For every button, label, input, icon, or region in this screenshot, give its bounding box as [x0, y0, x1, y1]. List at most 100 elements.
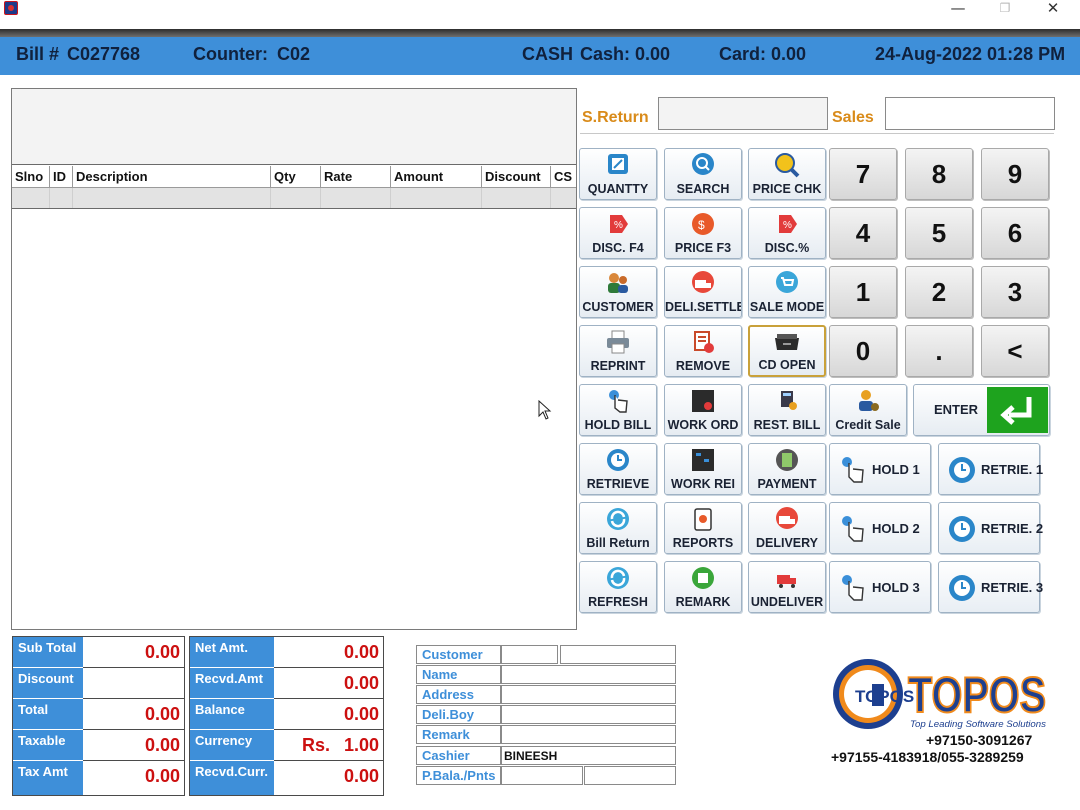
numpad-8[interactable]: 8: [905, 148, 973, 200]
undeliver-button[interactable]: UNDELIVER: [748, 561, 826, 613]
close-button[interactable]: ✕: [1030, 0, 1076, 18]
numpad-5[interactable]: 5: [905, 207, 973, 259]
credit-sale-label: Credit Sale: [835, 418, 901, 432]
minimize-button[interactable]: —: [935, 0, 981, 18]
credit-sale-button[interactable]: Credit Sale: [829, 384, 907, 436]
logo-text: TOPOS: [908, 667, 1046, 723]
numpad-7[interactable]: 7: [829, 148, 897, 200]
reports-button[interactable]: REPORTS: [664, 502, 742, 554]
report-clipboard-icon: [694, 508, 712, 531]
restaurant-bill-button[interactable]: REST. BILL: [748, 384, 826, 436]
delivery-boy-label: Deli.Boy: [416, 705, 501, 724]
price-f3-button[interactable]: $ PRICE F3: [664, 207, 742, 259]
search-button[interactable]: SEARCH: [664, 148, 742, 200]
hold-bill-button[interactable]: HOLD BILL: [579, 384, 657, 436]
price-check-label: PRICE CHK: [752, 182, 822, 196]
calculator-icon: [781, 391, 797, 410]
delivery-boy-field[interactable]: [501, 705, 676, 724]
col-slno[interactable]: Slno: [12, 166, 50, 188]
retrieve-2-button[interactable]: RETRIE. 2: [938, 502, 1043, 554]
numpad-backspace[interactable]: <: [981, 325, 1049, 377]
card-amount: Card: 0.00: [719, 44, 807, 64]
col-rate[interactable]: Rate: [321, 166, 391, 188]
maximize-button[interactable]: ❐: [982, 0, 1028, 18]
numpad-0[interactable]: 0: [829, 325, 897, 377]
sale-mode-button[interactable]: SALE MODE: [748, 266, 826, 318]
col-cs[interactable]: CS C: [551, 166, 576, 188]
restaurant-bill-label: REST. BILL: [753, 418, 821, 432]
col-id[interactable]: ID: [50, 166, 73, 188]
numpad-dot[interactable]: .: [905, 325, 973, 377]
refresh-button[interactable]: REFRESH: [579, 561, 657, 613]
numpad-1[interactable]: 1: [829, 266, 897, 318]
col-amount[interactable]: Amount: [391, 166, 482, 188]
cash-drawer-open-button[interactable]: CD OPEN: [748, 325, 826, 377]
reprint-button[interactable]: REPRINT: [579, 325, 657, 377]
price-check-button[interactable]: PRICE CHK: [748, 148, 826, 200]
col-description[interactable]: Description: [73, 166, 271, 188]
net-amount-value: 0.00: [274, 637, 383, 668]
quantity-button[interactable]: QUANTTY: [579, 148, 657, 200]
divider: [580, 133, 1054, 134]
discount-f4-button[interactable]: % DISC. F4: [579, 207, 657, 259]
remove-button[interactable]: REMOVE: [664, 325, 742, 377]
cart-icon: [776, 271, 798, 293]
discount-value[interactable]: [83, 668, 184, 699]
received-amount-value[interactable]: 0.00: [274, 668, 383, 699]
discount-percent-button[interactable]: % DISC.%: [748, 207, 826, 259]
cashier-value: BINEESH: [501, 746, 676, 765]
hold-3-button[interactable]: HOLD 3: [829, 561, 931, 613]
printer-icon: [607, 330, 629, 354]
hold-hand-icon: [842, 457, 864, 483]
delivery-truck-icon: [692, 271, 714, 293]
numpad-9[interactable]: 9: [981, 148, 1049, 200]
retrieve-1-button[interactable]: RETRIE. 1: [938, 443, 1043, 495]
numpad-4[interactable]: 4: [829, 207, 897, 259]
customer-code-field[interactable]: [501, 645, 558, 664]
grid-info-panel: [12, 89, 576, 165]
col-discount[interactable]: Discount: [482, 166, 551, 188]
payment-button[interactable]: PAYMENT: [748, 443, 826, 495]
delivery-settle-button[interactable]: DELI.SETTLE: [664, 266, 742, 318]
work-order-button[interactable]: WORK ORD: [664, 384, 742, 436]
hold-hand-icon: [842, 575, 864, 601]
item-grid[interactable]: Slno ID Description Qty Rate Amount Disc…: [11, 88, 577, 630]
points-balance-field: [501, 766, 583, 785]
totals-panel-right: Net Amt. 0.00 Recvd.Amt 0.00 Balance 0.0…: [189, 636, 384, 796]
table-row[interactable]: [12, 188, 576, 209]
enter-button[interactable]: ENTER: [913, 384, 1050, 436]
sales-field[interactable]: [885, 97, 1055, 130]
work-receipt-button[interactable]: WORK REI: [664, 443, 742, 495]
customer-button[interactable]: CUSTOMER: [579, 266, 657, 318]
remark-button[interactable]: REMARK: [664, 561, 742, 613]
delivery-icon: [776, 507, 798, 529]
received-currency-value[interactable]: 0.00: [274, 761, 383, 792]
customer-extra-field[interactable]: [560, 645, 676, 664]
delivery-button[interactable]: DELIVERY: [748, 502, 826, 554]
app-icon: [4, 1, 18, 15]
retrieve-3-button[interactable]: RETRIE. 3: [938, 561, 1043, 613]
bill-return-button[interactable]: Bill Return: [579, 502, 657, 554]
discount-f4-label: DISC. F4: [592, 241, 644, 255]
address-field[interactable]: [501, 685, 676, 704]
col-qty[interactable]: Qty: [271, 166, 321, 188]
enter-arrow-icon: [987, 387, 1048, 433]
currency-symbol[interactable]: Rs.: [274, 730, 334, 761]
hold-2-label: HOLD 2: [872, 521, 920, 536]
hold-2-button[interactable]: HOLD 2: [829, 502, 931, 554]
hold-hand-icon: [842, 516, 864, 542]
sales-return-field[interactable]: [658, 97, 828, 130]
work-order-label: WORK ORD: [667, 418, 739, 432]
numpad-6[interactable]: 6: [981, 207, 1049, 259]
name-field[interactable]: [501, 665, 676, 684]
remark-field[interactable]: [501, 725, 676, 744]
search-icon: [692, 153, 714, 175]
hold-1-button[interactable]: HOLD 1: [829, 443, 931, 495]
total-label: Total: [13, 699, 83, 730]
hold-bill-label: HOLD BILL: [584, 418, 652, 432]
customer-info-label: Customer: [416, 645, 501, 664]
retrieve-button[interactable]: RETRIEVE: [579, 443, 657, 495]
numpad-2[interactable]: 2: [905, 266, 973, 318]
tax-amount-label: Tax Amt: [13, 761, 83, 795]
numpad-3[interactable]: 3: [981, 266, 1049, 318]
